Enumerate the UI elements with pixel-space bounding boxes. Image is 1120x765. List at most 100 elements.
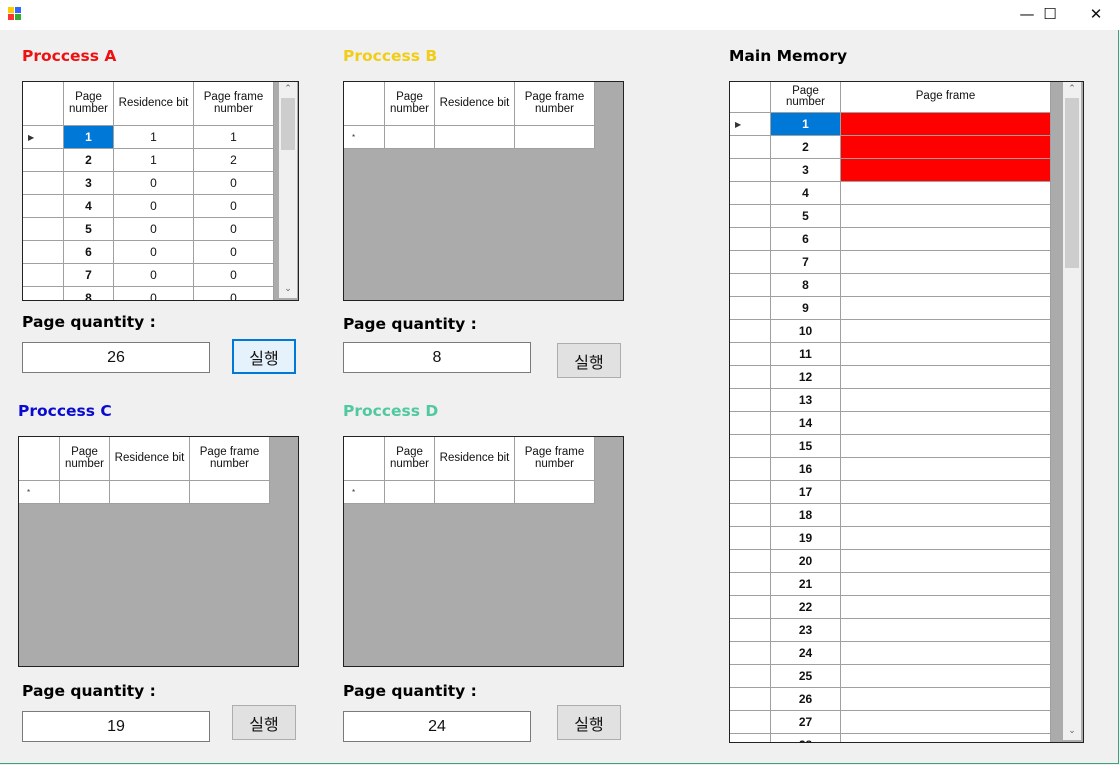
residence-bit-header[interactable]: Residence bit <box>435 437 515 481</box>
process-c-run-button[interactable]: 실행 <box>232 705 296 740</box>
page-number-cell[interactable]: 3 <box>771 159 841 182</box>
process-a-scrollbar[interactable]: ⌃ ⌄ <box>279 82 297 298</box>
row-selector[interactable] <box>730 665 771 688</box>
page-number-cell[interactable]: 17 <box>771 481 841 504</box>
residence-bit-cell[interactable]: 0 <box>114 218 194 241</box>
process-b-page-table[interactable]: Page number Residence bit Page frame numbe… <box>343 81 624 301</box>
row-selector[interactable] <box>730 297 771 320</box>
row-selector[interactable] <box>730 527 771 550</box>
page-number-cell[interactable] <box>385 481 435 504</box>
scrollbar-thumb[interactable] <box>281 98 295 150</box>
row-selector[interactable] <box>730 550 771 573</box>
page-frame-number-cell[interactable]: 2 <box>194 149 274 172</box>
page-number-cell[interactable]: 5 <box>771 205 841 228</box>
page-frame-number-header[interactable]: Page frame number <box>515 82 595 126</box>
row-selector[interactable] <box>730 435 771 458</box>
page-frame-cell[interactable] <box>841 527 1051 550</box>
page-frame-cell[interactable] <box>841 274 1051 297</box>
page-frame-cell[interactable] <box>841 596 1051 619</box>
page-number-cell[interactable]: 26 <box>771 688 841 711</box>
page-frame-cell[interactable] <box>841 113 1051 136</box>
row-selector[interactable] <box>730 205 771 228</box>
page-number-cell[interactable]: 8 <box>64 287 114 300</box>
row-selector[interactable] <box>23 195 64 218</box>
row-selector[interactable] <box>730 320 771 343</box>
page-frame-number-cell[interactable]: 0 <box>194 241 274 264</box>
residence-bit-cell[interactable] <box>435 126 515 149</box>
page-number-cell[interactable]: 2 <box>64 149 114 172</box>
page-frame-cell[interactable] <box>841 297 1051 320</box>
row-selector[interactable] <box>23 241 64 264</box>
page-number-cell[interactable]: 4 <box>771 182 841 205</box>
page-frame-cell[interactable] <box>841 228 1051 251</box>
process-d-quantity-input[interactable]: 24 <box>343 711 531 742</box>
residence-bit-cell[interactable] <box>110 481 190 504</box>
row-selector[interactable]: ▶ <box>730 113 771 136</box>
residence-bit-cell[interactable]: 1 <box>114 149 194 172</box>
scroll-up-icon[interactable]: ⌃ <box>1063 84 1081 96</box>
page-number-cell[interactable]: 8 <box>771 274 841 297</box>
page-number-cell[interactable]: 2 <box>771 136 841 159</box>
page-number-cell[interactable]: 12 <box>771 366 841 389</box>
page-frame-number-cell[interactable]: 0 <box>194 172 274 195</box>
residence-bit-cell[interactable]: 1 <box>114 126 194 149</box>
page-number-cell[interactable]: 24 <box>771 642 841 665</box>
row-selector[interactable] <box>23 149 64 172</box>
page-number-cell[interactable]: 1 <box>771 113 841 136</box>
page-frame-cell[interactable] <box>841 550 1051 573</box>
page-number-header[interactable]: Page number <box>771 82 841 113</box>
page-frame-number-cell[interactable]: 0 <box>194 195 274 218</box>
row-selector[interactable] <box>730 343 771 366</box>
row-selector[interactable] <box>23 172 64 195</box>
new-row-selector[interactable]: * <box>19 481 60 504</box>
scrollbar-thumb[interactable] <box>1065 98 1079 268</box>
memory-scrollbar[interactable]: ⌃ ⌄ <box>1063 82 1081 740</box>
page-frame-cell[interactable] <box>841 734 1051 742</box>
scroll-up-icon[interactable]: ⌃ <box>279 84 297 96</box>
page-number-cell[interactable]: 10 <box>771 320 841 343</box>
page-frame-number-header[interactable]: Page frame number <box>515 437 595 481</box>
row-selector[interactable] <box>730 159 771 182</box>
process-d-run-button[interactable]: 실행 <box>557 705 621 740</box>
page-number-header[interactable]: Page number <box>385 437 435 481</box>
row-selector[interactable]: ▶ <box>23 126 64 149</box>
residence-bit-header[interactable]: Residence bit <box>435 82 515 126</box>
page-frame-cell[interactable] <box>841 251 1051 274</box>
page-number-cell[interactable]: 16 <box>771 458 841 481</box>
page-number-cell[interactable]: 28 <box>771 734 841 742</box>
row-selector[interactable] <box>730 182 771 205</box>
page-frame-cell[interactable] <box>841 665 1051 688</box>
page-frame-number-cell[interactable] <box>515 126 595 149</box>
page-frame-cell[interactable] <box>841 573 1051 596</box>
row-selector[interactable] <box>730 734 771 742</box>
row-selector[interactable] <box>730 366 771 389</box>
process-b-quantity-input[interactable]: 8 <box>343 342 531 373</box>
row-selector[interactable] <box>730 136 771 159</box>
page-number-cell[interactable]: 13 <box>771 389 841 412</box>
residence-bit-cell[interactable]: 0 <box>114 195 194 218</box>
page-frame-number-cell[interactable]: 0 <box>194 218 274 241</box>
page-number-cell[interactable]: 15 <box>771 435 841 458</box>
row-selector[interactable] <box>730 481 771 504</box>
process-d-page-table[interactable]: Page number Residence bit Page frame numbe… <box>343 436 624 667</box>
page-frame-number-cell[interactable]: 1 <box>194 126 274 149</box>
row-selector[interactable] <box>730 389 771 412</box>
maximize-button[interactable]: ☐ <box>1027 0 1073 30</box>
page-number-cell[interactable]: 20 <box>771 550 841 573</box>
page-number-cell[interactable]: 7 <box>771 251 841 274</box>
page-frame-cell[interactable] <box>841 688 1051 711</box>
page-number-cell[interactable]: 23 <box>771 619 841 642</box>
process-a-quantity-input[interactable]: 26 <box>22 342 210 373</box>
process-c-page-table[interactable]: Page number Residence bit Page frame numbe… <box>18 436 299 667</box>
new-row-selector[interactable]: * <box>344 126 385 149</box>
residence-bit-header[interactable]: Residence bit <box>110 437 190 481</box>
scroll-down-icon[interactable]: ⌄ <box>279 284 297 296</box>
row-selector[interactable] <box>730 642 771 665</box>
close-button[interactable]: ✕ <box>1073 0 1119 30</box>
page-number-cell[interactable] <box>385 126 435 149</box>
page-frame-number-cell[interactable] <box>190 481 270 504</box>
residence-bit-cell[interactable]: 0 <box>114 172 194 195</box>
page-frame-cell[interactable] <box>841 458 1051 481</box>
row-selector[interactable] <box>730 412 771 435</box>
process-a-page-table[interactable]: Page number Residence bit Page frame numbe… <box>22 81 299 301</box>
